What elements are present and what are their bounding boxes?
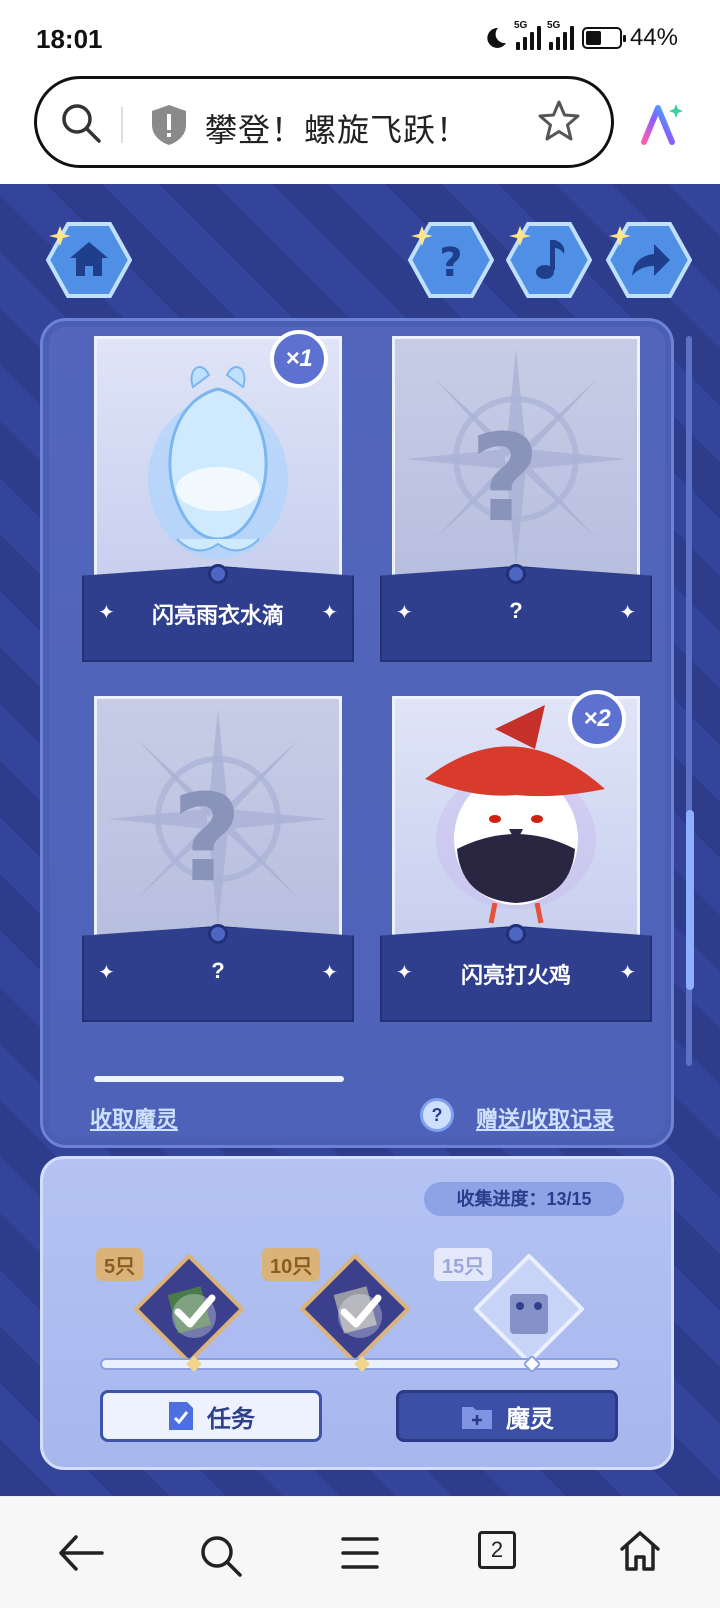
spirit-button-label: 魔灵	[506, 1405, 554, 1433]
address-bar[interactable]: 攀登！螺旋飞跃！	[34, 76, 614, 168]
spirit-button[interactable]: 魔灵	[396, 1390, 618, 1442]
collect-spirit-link[interactable]: 收取魔灵	[90, 1102, 178, 1134]
menu-icon[interactable]	[340, 1533, 380, 1573]
count-badge: ×1	[270, 330, 328, 388]
search-icon[interactable]	[198, 1533, 244, 1579]
status-icons: 5G 5G 44%	[482, 20, 678, 52]
spirit-card-4[interactable]: ×2 ✦ 闪亮打火鸡 ✦	[380, 690, 652, 1026]
home-icon[interactable]	[618, 1529, 662, 1573]
sparkle-icon: ✦	[619, 962, 636, 984]
pin	[208, 924, 228, 944]
milestone-reward-1[interactable]	[134, 1254, 244, 1364]
card-name: ?	[509, 598, 523, 623]
sparkle-icon: ✦	[321, 602, 338, 624]
tabs-button[interactable]: 2	[478, 1531, 516, 1569]
shield-warning-icon[interactable]	[149, 103, 189, 147]
moon-icon	[487, 27, 506, 48]
share-button[interactable]	[605, 220, 693, 300]
music-button[interactable]	[505, 220, 593, 300]
task-button-label: 任务	[207, 1405, 255, 1433]
help-button[interactable]: ?	[407, 220, 495, 300]
task-button[interactable]: 任务	[100, 1390, 322, 1442]
home-button[interactable]	[45, 220, 133, 300]
folder-plus-icon	[462, 1407, 492, 1429]
pin	[506, 564, 526, 584]
network-type-2: 5G	[546, 20, 561, 31]
status-time: 18:01	[36, 24, 103, 54]
bookmark-star-icon[interactable]	[537, 99, 581, 143]
scrollbar-thumb[interactable]	[686, 810, 694, 990]
page-title[interactable]: 攀登！螺旋飞跃！	[205, 105, 469, 151]
divider	[121, 107, 123, 143]
unknown-question-icon: ?	[172, 770, 242, 909]
collection-progress-label: 收集进度：13/15	[424, 1182, 624, 1216]
record-help-icon[interactable]: ?	[420, 1098, 454, 1132]
spirit-card-3[interactable]: ? ✦ ? ✦	[82, 696, 354, 1026]
card-name: 闪亮雨衣水滴	[151, 603, 284, 628]
milestone-marker-icon	[186, 1356, 202, 1372]
battery-level: 44%	[629, 24, 678, 51]
card-name: ?	[211, 958, 225, 983]
card-name: 闪亮打火鸡	[460, 963, 571, 988]
sparkle-icon: ✦	[619, 602, 636, 624]
gift-record-link[interactable]: 赠送/收取记录	[476, 1102, 614, 1134]
next-card-edge	[94, 1076, 344, 1082]
count-badge: ×2	[568, 690, 626, 748]
search-icon[interactable]	[59, 101, 103, 145]
ai-assistant-icon[interactable]	[638, 100, 686, 148]
signal-icon-2: 5G	[547, 20, 574, 50]
milestone-marker-icon	[354, 1356, 370, 1372]
milestone-reward-3[interactable]	[474, 1254, 584, 1364]
spirit-card-2[interactable]: ? ✦ ? ✦	[380, 336, 652, 666]
milestone-marker-icon	[524, 1356, 540, 1372]
browser-nav-bar: 2	[0, 1496, 720, 1608]
network-type: 5G	[513, 20, 528, 31]
pin	[208, 564, 228, 584]
sparkle-icon: ✦	[321, 962, 338, 984]
unknown-question-icon: ?	[470, 410, 540, 549]
status-bar: 18:01 5G 5G 44%	[0, 0, 720, 72]
signal-icon: 5G	[514, 20, 541, 50]
back-arrow-icon[interactable]	[58, 1533, 104, 1573]
task-doc-icon	[169, 1402, 193, 1430]
help-icon: ?	[439, 240, 462, 286]
milestone-reward-2[interactable]	[300, 1254, 410, 1364]
spirit-card-1[interactable]: ×1 ✦ 闪亮雨衣水滴 ✦	[82, 330, 354, 666]
battery-icon	[581, 27, 626, 49]
pin	[506, 924, 526, 944]
